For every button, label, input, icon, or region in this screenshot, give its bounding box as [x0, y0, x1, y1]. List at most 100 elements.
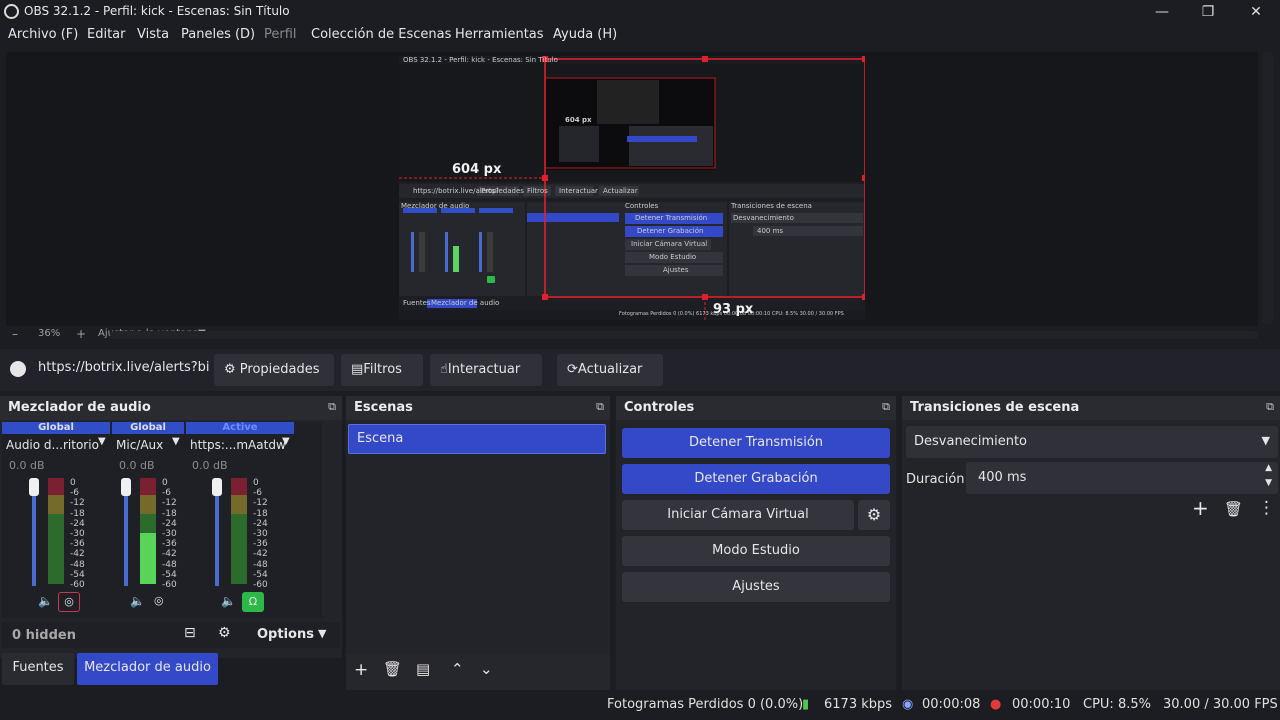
channel-2-volume-icon[interactable]: 🔈 — [130, 594, 145, 608]
undock-icon[interactable]: ⧉ — [328, 400, 336, 414]
filters-button[interactable]: ▤Filtros — [341, 354, 423, 386]
close-icon[interactable]: ✕ — [1236, 2, 1276, 22]
controls-undock-icon[interactable]: ⧉ — [882, 400, 890, 414]
properties-button[interactable]: ⚙ Propiedades — [214, 354, 334, 386]
scenes-undock-icon[interactable]: ⧉ — [596, 400, 604, 414]
stream-time: 00:00:08 — [922, 697, 981, 712]
filter-icon: ▤ — [351, 362, 364, 377]
fps: 30.00 / 30.00 FPS — [1163, 697, 1278, 712]
channel-3-headphones-icon[interactable]: Ω — [242, 592, 264, 612]
duration-input[interactable]: 400 ms ▲ ▼ — [966, 462, 1278, 494]
transitions-title: Transiciones de escena — [910, 400, 1080, 415]
settings-button[interactable]: Ajustes — [622, 572, 890, 602]
scene-item[interactable]: Escena — [348, 424, 606, 454]
nested-title: OBS 32.1.2 - Perfil: kick - Escenas: Sin… — [403, 56, 558, 64]
layout-icon[interactable]: ⊟ — [184, 625, 196, 641]
channel-2-dropdown-icon[interactable]: ▼ — [172, 436, 180, 447]
preview-display[interactable]: OBS 32.1.2 - Perfil: kick - Escenas: Sin… — [399, 56, 865, 320]
zoom-level: 36% — [38, 328, 61, 339]
channel-1-dropdown-icon[interactable]: ▼ — [98, 436, 106, 447]
transition-select[interactable]: Desvanecimiento ▼ — [906, 426, 1278, 458]
channel-3-dropdown-icon[interactable]: ▼ — [282, 436, 290, 447]
move-down-icon[interactable]: ⌄ — [480, 660, 493, 678]
refresh-icon: ⟳ — [567, 362, 578, 377]
add-transition-icon[interactable]: + — [1192, 496, 1209, 520]
menu-editar[interactable]: Editar — [87, 27, 126, 42]
obs-logo-icon — [4, 4, 19, 19]
channel-2-name[interactable]: Mic/Aux — [116, 438, 163, 452]
channel-1-monitor-icon[interactable]: ◎ — [58, 592, 80, 612]
nested-604-label: 604 px — [565, 116, 592, 124]
nested-transitions-title: Transiciones de escena — [731, 202, 812, 210]
duration-up-icon[interactable]: ▲ — [1265, 463, 1272, 473]
interact-button[interactable]: ☝Interactuar — [430, 354, 542, 386]
delete-transition-icon[interactable]: 🗑 — [1224, 500, 1243, 518]
zoom-in-icon[interactable]: + — [76, 327, 86, 341]
menu-coleccion[interactable]: Colección de Escenas — [311, 27, 451, 42]
channel-2-monitor-icon[interactable]: ◎ — [154, 594, 164, 607]
nested-duration: 400 ms — [757, 227, 784, 235]
nested-ctrl-1: Detener Grabación — [637, 227, 704, 235]
options-dropdown-icon[interactable]: ▼ — [318, 627, 326, 640]
nested-ctrl-2: Iniciar Cámara Virtual — [631, 240, 708, 248]
transitions-undock-icon[interactable]: ⧉ — [1266, 400, 1274, 414]
gear-icon: ⚙ — [224, 362, 236, 377]
scenes-dock: Escenas ⧉ Escena + 🗑 ▤ ⌃ ⌄ — [346, 396, 610, 690]
channel-3-volume-icon[interactable]: 🔈 — [221, 594, 236, 608]
menu-herramientas[interactable]: Herramientas — [455, 27, 544, 42]
nested-mixer-title: Mezclador de audio — [401, 202, 470, 210]
menu-vista[interactable]: Vista — [137, 27, 169, 42]
channel-2-scale: 0 -6 -12 -18 -24 -30 -36 -42 -48 -54 -60 — [162, 478, 177, 591]
bitrate: 6173 kbps — [824, 697, 893, 712]
minimize-icon[interactable]: — — [1142, 2, 1182, 22]
scene-filters-icon[interactable]: ▤ — [416, 660, 430, 678]
channel-1-db: 0.0 dB — [9, 459, 45, 472]
channel-3-fader-knob[interactable] — [212, 478, 222, 496]
audio-mixer-dock: Mezclador de audio ⧉ Global Global Active… — [0, 396, 342, 658]
stop-recording-button[interactable]: Detener Grabación — [622, 464, 890, 494]
transition-more-icon[interactable]: ⋮ — [1258, 498, 1275, 518]
channel-1-name[interactable]: Audio d...ritorio — [6, 438, 99, 452]
scenes-header: Escenas ⧉ — [346, 396, 610, 420]
channel-2-meter — [140, 478, 156, 584]
channel-3-name[interactable]: https:...mAatdw — [190, 438, 286, 452]
channel-1-volume-icon[interactable]: 🔈 — [38, 594, 53, 608]
menu-archivo[interactable]: Archivo (F) — [8, 27, 78, 42]
nested-ctrl-0: Detener Transmisión — [635, 214, 708, 222]
duration-value: 400 ms — [978, 470, 1027, 485]
zoom-out-icon[interactable]: – — [12, 327, 18, 341]
move-up-icon[interactable]: ⌃ — [451, 660, 464, 678]
menu-ayuda[interactable]: Ayuda (H) — [553, 27, 617, 42]
channel-1-fader-knob[interactable] — [29, 478, 39, 496]
scenes-toolbar: + 🗑 ▤ ⌃ ⌄ — [346, 654, 610, 690]
transition-dropdown-icon[interactable]: ▼ — [1262, 434, 1270, 447]
virtual-cam-settings-icon[interactable]: ⚙ — [858, 500, 890, 530]
preview-horizontal-scrollbar[interactable] — [110, 331, 1258, 339]
menu-perfil[interactable]: Perfil — [264, 27, 297, 42]
tab-sources[interactable]: Fuentes — [2, 653, 74, 685]
menu-paneles[interactable]: Paneles (D) — [181, 27, 255, 42]
source-url: https://botrix.live/alerts?bi — [38, 360, 210, 375]
refresh-button[interactable]: ⟳Actualizar — [557, 354, 663, 386]
cpu-usage: CPU: 8.5% — [1083, 697, 1151, 712]
start-virtual-cam-button[interactable]: Iniciar Cámara Virtual — [622, 500, 854, 530]
status-bar: Fotogramas Perdidos 0 (0.0%) ▮ 6173 kbps… — [0, 692, 1280, 720]
studio-mode-button[interactable]: Modo Estudio — [622, 536, 890, 566]
options-button[interactable]: Options — [257, 627, 314, 642]
controls-title: Controles — [624, 400, 695, 415]
dropped-frames: Fotogramas Perdidos 0 (0.0%) — [607, 697, 804, 712]
restore-icon[interactable]: ❐ — [1188, 2, 1228, 22]
add-scene-icon[interactable]: + — [354, 660, 368, 680]
channel-3-scale: 0 -6 -12 -18 -24 -30 -36 -42 -48 -54 -60 — [253, 478, 268, 591]
channel-2-db: 0.0 dB — [119, 459, 155, 472]
hidden-count: 0 hidden — [12, 628, 76, 643]
stream-icon: ◉ — [902, 697, 914, 712]
refresh-label: Actualizar — [577, 362, 643, 377]
tab-audio-mixer[interactable]: Mezclador de audio — [77, 653, 218, 685]
delete-scene-icon[interactable]: 🗑 — [383, 660, 402, 678]
advanced-audio-icon[interactable]: ⚙ — [218, 625, 231, 641]
preview-vertical-scrollbar[interactable] — [1262, 52, 1274, 324]
duration-down-icon[interactable]: ▼ — [1265, 478, 1272, 488]
channel-2-fader-knob[interactable] — [121, 478, 131, 496]
stop-stream-button[interactable]: Detener Transmisión — [622, 428, 890, 458]
